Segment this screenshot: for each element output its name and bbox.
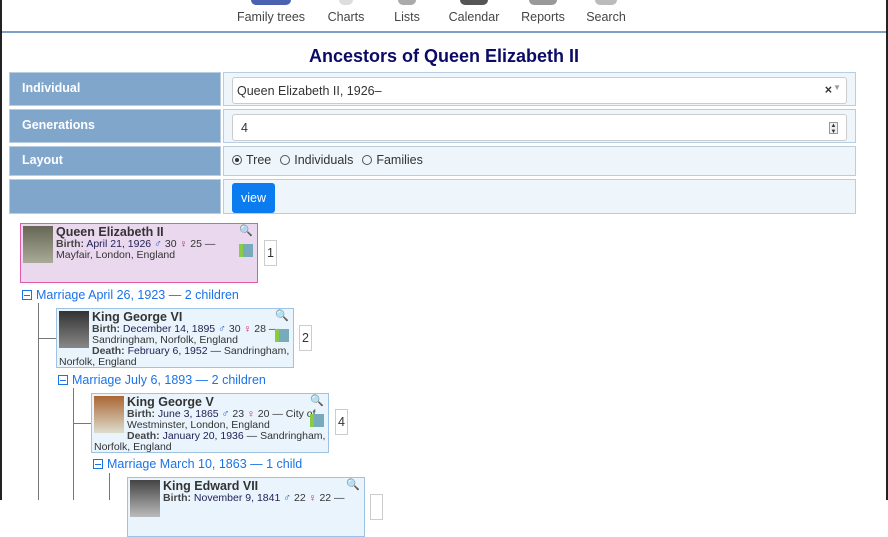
top-nav: Family trees Charts Lists Calendar Repor… (2, 0, 886, 33)
generations-input[interactable]: 4 ▲ ▼ (232, 114, 847, 141)
family-tree-icon[interactable] (239, 244, 253, 257)
layout-tree-radio[interactable]: Tree (232, 153, 271, 167)
zoom-icon[interactable]: 🔍 (239, 226, 253, 237)
nav-charts[interactable]: Charts (328, 0, 364, 24)
chevron-down-icon[interactable]: ▼ (833, 83, 841, 92)
empty-label (9, 179, 221, 214)
layout-families-radio[interactable]: Families (362, 153, 423, 167)
nav-search[interactable]: Search (585, 0, 627, 24)
charts-icon (339, 0, 353, 5)
generations-label: Generations (9, 109, 221, 143)
calendar-icon (460, 0, 488, 5)
tree-line (73, 423, 91, 424)
person-box[interactable]: King George V Birth: June 3, 1865 ♂ 23 ♀… (91, 393, 329, 453)
tree-line (38, 338, 56, 339)
sosa-number: 4 (335, 409, 348, 435)
search-icon (595, 0, 617, 5)
zoom-icon[interactable]: 🔍 (310, 396, 324, 407)
person-box[interactable]: King George VI Birth: December 14, 1895 … (56, 308, 294, 368)
reports-icon (529, 0, 557, 5)
individual-select[interactable]: Queen Elizabeth II, 1926– × ▼ (232, 77, 847, 104)
page-title: Ancestors of Queen Elizabeth II (308, 46, 580, 66)
marriage-toggle[interactable]: Marriage March 10, 1863 — 1 child (93, 457, 302, 471)
person-photo (59, 311, 89, 348)
spinner-icon[interactable]: ▲ ▼ (829, 122, 838, 135)
layout-label: Layout (9, 146, 221, 176)
options-form: Individual Queen Elizabeth II, 1926– × ▼ G… (9, 72, 856, 217)
view-button[interactable]: view (232, 183, 276, 213)
person-box[interactable]: King Edward VII Birth: November 9, 1841 … (127, 477, 365, 537)
marriage-toggle[interactable]: Marriage April 26, 1923 — 2 children (22, 288, 239, 302)
nav-lists[interactable]: Lists (392, 0, 422, 24)
person-box[interactable]: Queen Elizabeth II Birth: April 21, 1926… (20, 223, 258, 283)
family-trees-icon (251, 0, 291, 5)
tree-line (73, 388, 74, 500)
family-tree-icon[interactable] (310, 414, 324, 427)
person-photo (23, 226, 53, 263)
sosa-number (370, 494, 383, 520)
sosa-number: 1 (264, 240, 277, 266)
person-photo (94, 396, 124, 433)
collapse-icon (58, 375, 68, 385)
collapse-icon (22, 290, 32, 300)
zoom-icon[interactable]: 🔍 (346, 480, 360, 491)
clear-icon[interactable]: × (825, 83, 832, 97)
marriage-toggle[interactable]: Marriage July 6, 1893 — 2 children (58, 373, 266, 387)
zoom-icon[interactable]: 🔍 (275, 311, 289, 322)
nav-reports[interactable]: Reports (520, 0, 566, 24)
nav-calendar[interactable]: Calendar (449, 0, 499, 24)
nav-family-trees[interactable]: Family trees (237, 0, 305, 24)
family-tree-icon[interactable] (275, 329, 289, 342)
tree-line (38, 303, 39, 500)
lists-icon (398, 0, 416, 5)
tree-line (109, 473, 110, 500)
individual-label: Individual (9, 72, 221, 106)
layout-individuals-radio[interactable]: Individuals (280, 153, 353, 167)
collapse-icon (93, 459, 103, 469)
sosa-number: 2 (299, 325, 312, 351)
person-photo (130, 480, 160, 517)
